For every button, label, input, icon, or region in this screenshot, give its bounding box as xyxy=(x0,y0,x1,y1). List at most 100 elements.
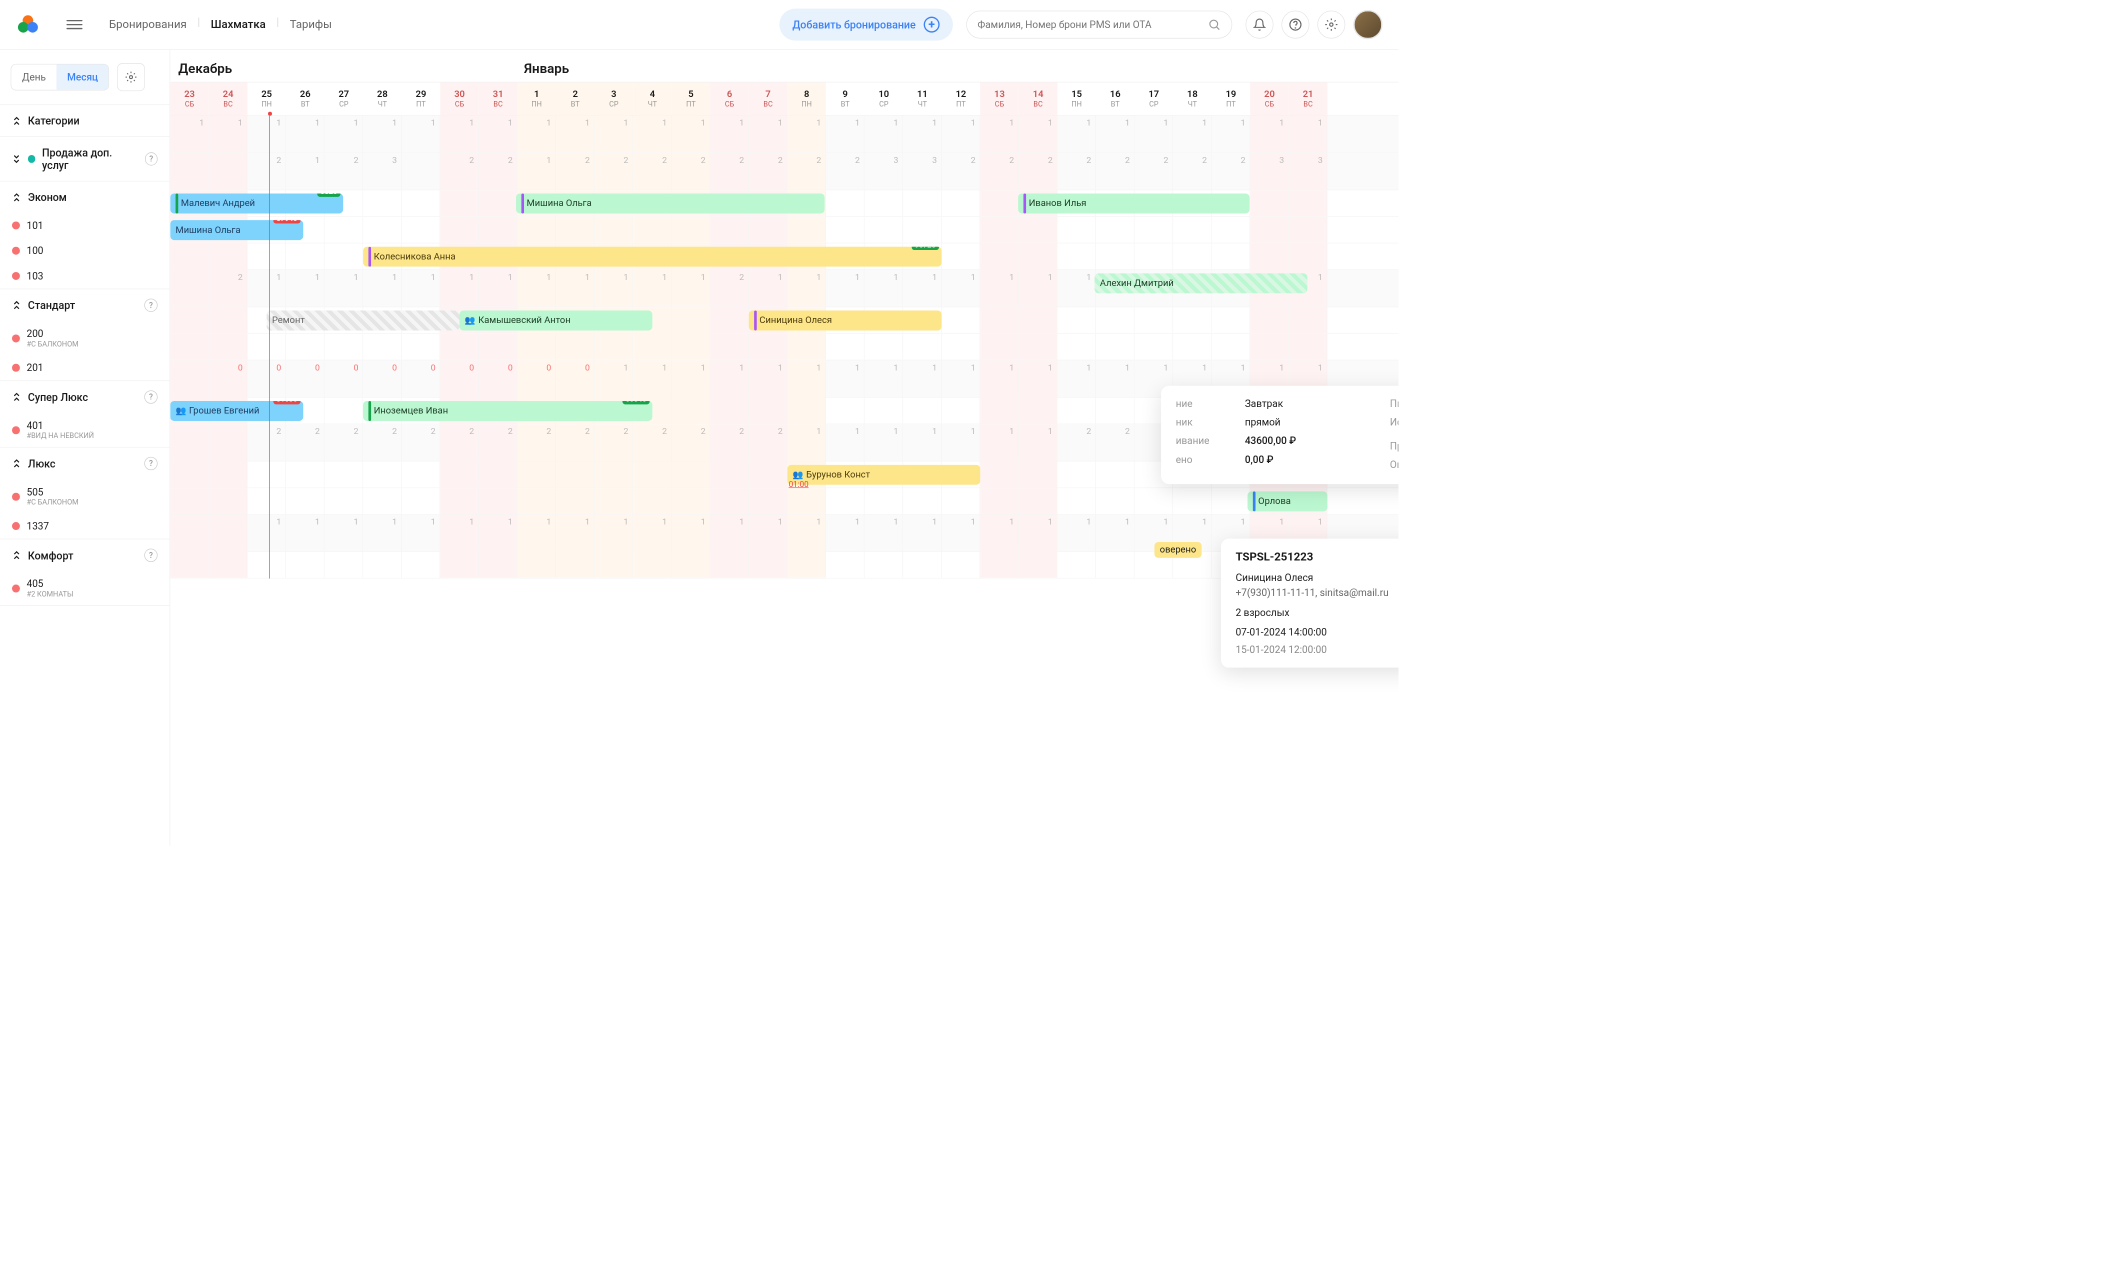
grid-cell[interactable] xyxy=(1096,552,1135,578)
grid-cell[interactable]: 1 xyxy=(440,116,479,153)
grid-cell[interactable] xyxy=(325,552,364,578)
grid-cell[interactable] xyxy=(787,552,826,578)
grid-cell[interactable] xyxy=(1212,217,1251,243)
booking-block[interactable]: 👥Бурунов Конст xyxy=(787,465,980,485)
grid-cell[interactable] xyxy=(247,462,286,488)
grid-cell[interactable] xyxy=(633,552,672,578)
grid-cell[interactable] xyxy=(170,462,209,488)
booking-block[interactable]: Синицина Олеся xyxy=(749,311,942,331)
grid-cell[interactable]: 2 xyxy=(1057,424,1096,461)
grid-cell[interactable] xyxy=(1057,307,1096,333)
grid-cell[interactable]: 1 xyxy=(556,515,595,552)
grid-cell[interactable]: 1 xyxy=(633,360,672,397)
help-icon[interactable] xyxy=(1281,11,1309,39)
grid-cell[interactable] xyxy=(942,398,981,424)
room-item[interactable]: 100 xyxy=(0,238,170,263)
grid-cell[interactable] xyxy=(1173,243,1212,269)
grid-cell[interactable] xyxy=(440,334,479,360)
grid-cell[interactable] xyxy=(903,217,942,243)
day-header[interactable]: 19ПТ xyxy=(1212,82,1251,115)
grid-cell[interactable]: 2 xyxy=(787,153,826,190)
grid-cell[interactable]: 0 xyxy=(247,360,286,397)
grid-cell[interactable] xyxy=(942,307,981,333)
grid-cell[interactable]: 1 xyxy=(903,360,942,397)
grid-cell[interactable]: 1 xyxy=(980,424,1019,461)
grid-cell[interactable] xyxy=(1212,307,1251,333)
day-header[interactable]: 13СБ xyxy=(980,82,1019,115)
room-item[interactable]: 101 xyxy=(0,213,170,238)
grid-cell[interactable]: 2 xyxy=(1173,153,1212,190)
grid-cell[interactable] xyxy=(1250,217,1289,243)
grid-cell[interactable] xyxy=(865,398,904,424)
day-header[interactable]: 28ЧТ xyxy=(363,82,402,115)
grid-cell[interactable] xyxy=(672,552,711,578)
booking-block[interactable]: Иноземцев Иван60340 xyxy=(363,401,652,421)
grid-cell[interactable]: 1 xyxy=(787,116,826,153)
grid-cell[interactable] xyxy=(286,552,325,578)
grid-cell[interactable] xyxy=(749,552,788,578)
grid-cell[interactable]: 2 xyxy=(479,424,518,461)
grid-cell[interactable] xyxy=(672,398,711,424)
grid-cell[interactable] xyxy=(980,398,1019,424)
grid-cell[interactable]: 1 xyxy=(942,270,981,307)
grid-cell[interactable]: 2 xyxy=(1019,153,1058,190)
grid-cell[interactable] xyxy=(1289,334,1328,360)
grid-cell[interactable] xyxy=(170,153,209,190)
grid-cell[interactable]: 1 xyxy=(517,515,556,552)
grid-cell[interactable] xyxy=(479,462,518,488)
grid-cell[interactable]: 1 xyxy=(363,270,402,307)
services-header[interactable]: Продажа доп. услуг ? xyxy=(0,137,170,181)
grid-cell[interactable] xyxy=(865,190,904,216)
grid-cell[interactable] xyxy=(209,515,248,552)
grid-cell[interactable]: 2 xyxy=(595,424,634,461)
grid-cell[interactable] xyxy=(517,488,556,514)
grid-cell[interactable]: 1 xyxy=(1019,116,1058,153)
grid-cell[interactable]: 1 xyxy=(749,360,788,397)
day-header[interactable]: 17СР xyxy=(1134,82,1173,115)
grid-cell[interactable] xyxy=(363,190,402,216)
nav-chess[interactable]: Шахматка xyxy=(211,15,266,34)
grid-cell[interactable] xyxy=(170,552,209,578)
day-header[interactable]: 7ВС xyxy=(749,82,788,115)
grid-cell[interactable]: 3 xyxy=(865,153,904,190)
day-header[interactable]: 18ЧТ xyxy=(1173,82,1212,115)
grid-cell[interactable] xyxy=(749,334,788,360)
grid-cell[interactable] xyxy=(440,552,479,578)
day-header[interactable]: 1ПН xyxy=(517,82,556,115)
grid-cell[interactable]: 2 xyxy=(710,270,749,307)
grid-cell[interactable] xyxy=(942,217,981,243)
grid-cell[interactable]: 1 xyxy=(710,116,749,153)
grid-cell[interactable]: 1 xyxy=(325,515,364,552)
grid-cell[interactable] xyxy=(1057,488,1096,514)
search-box[interactable] xyxy=(966,11,1232,39)
room-item[interactable]: 103 xyxy=(0,263,170,288)
grid-cell[interactable]: 1 xyxy=(1096,515,1135,552)
grid-cell[interactable] xyxy=(672,488,711,514)
day-header[interactable]: 2ВТ xyxy=(556,82,595,115)
grid-cell[interactable]: 2 xyxy=(517,424,556,461)
grid-cell[interactable]: 1 xyxy=(942,116,981,153)
help-icon[interactable]: ? xyxy=(145,152,158,165)
grid-cell[interactable]: 2 xyxy=(633,424,672,461)
grid-cell[interactable] xyxy=(710,398,749,424)
day-header[interactable]: 5ПТ xyxy=(672,82,711,115)
grid-cell[interactable] xyxy=(865,552,904,578)
grid-cell[interactable] xyxy=(1096,243,1135,269)
grid-cell[interactable]: 0 xyxy=(363,360,402,397)
grid-cell[interactable] xyxy=(595,217,634,243)
grid-cell[interactable] xyxy=(1019,462,1058,488)
room-item[interactable]: 201 xyxy=(0,355,170,380)
grid-cell[interactable]: 2 xyxy=(286,424,325,461)
grid-cell[interactable]: 1 xyxy=(942,360,981,397)
grid-cell[interactable] xyxy=(247,552,286,578)
grid-cell[interactable]: 1 xyxy=(517,270,556,307)
grid-cell[interactable]: 1 xyxy=(942,424,981,461)
grid-cell[interactable]: 1 xyxy=(865,360,904,397)
grid-cell[interactable]: 3 xyxy=(903,153,942,190)
grid-cell[interactable] xyxy=(247,488,286,514)
grid-cell[interactable] xyxy=(633,334,672,360)
grid-cell[interactable] xyxy=(1019,334,1058,360)
grid-cell[interactable] xyxy=(1250,243,1289,269)
grid-cell[interactable]: 1 xyxy=(865,270,904,307)
grid-cell[interactable] xyxy=(672,462,711,488)
